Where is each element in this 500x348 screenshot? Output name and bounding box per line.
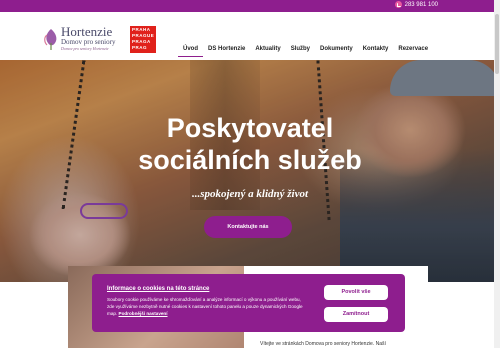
hero-subtitle: ...spokojený a klidný život (191, 188, 309, 200)
scrollbar-thumb[interactable] (495, 14, 499, 74)
logo-title: Hortenzie (61, 24, 113, 39)
reject-button[interactable]: Zamítnout (324, 307, 388, 322)
nav-item-sluzby[interactable]: Služby (286, 45, 315, 57)
contact-us-button[interactable]: Kontaktujte nás (204, 216, 292, 238)
nav-item-aktuality[interactable]: Aktuality (250, 45, 285, 57)
prague-line: PRAG (132, 45, 148, 50)
prague-logo[interactable]: PRAHA PRAGUE PRAGA PRAG (130, 26, 156, 53)
hero-title: Poskytovatel sociálních služeb (0, 112, 500, 176)
logo-tagline: Domov pro seniory Hortenzie (61, 46, 109, 51)
nav-item-dokumenty[interactable]: Dokumenty (315, 45, 358, 57)
page-scrollbar[interactable] (494, 0, 500, 348)
nav-item-rezervace[interactable]: Rezervace (393, 45, 433, 57)
top-bar: 283 981 100 (0, 0, 500, 12)
site-header: Hortenzie Domov pro seniory Domov pro se… (0, 12, 500, 60)
hortenzie-logo[interactable]: Hortenzie Domov pro seniory Domov pro se… (42, 24, 116, 55)
hero-title-line1: Poskytovatel (166, 113, 334, 143)
logo-subtitle: Domov pro seniory (61, 38, 116, 46)
woman-glasses (80, 203, 128, 219)
nav-item-uvod[interactable]: Úvod (178, 45, 203, 57)
phone-icon (394, 1, 402, 8)
phone-number[interactable]: 283 981 100 (405, 2, 438, 8)
cookie-banner: Informace o cookies na této stránce Soub… (92, 274, 405, 332)
nav-item-ds-hortenzie[interactable]: DS Hortenzie (203, 45, 250, 57)
main-nav: Úvod DS Hortenzie Aktuality Služby Dokum… (178, 45, 433, 57)
cookie-text: Soubory cookie používáme ke shromažďován… (107, 296, 307, 317)
cookie-title[interactable]: Informace o cookies na této stránce (107, 286, 209, 292)
cookie-settings-link[interactable]: Podrobnější nastavení (119, 311, 168, 316)
nav-item-kontakty[interactable]: Kontakty (358, 45, 394, 57)
accept-all-button[interactable]: Povolit vše (324, 285, 388, 300)
phone-contact[interactable]: 283 981 100 (394, 1, 438, 8)
man-cap (390, 60, 500, 96)
welcome-text: Vítejte ve stránkách Domova pro seniory … (260, 341, 386, 347)
hero-title-line2: sociálních služeb (138, 145, 362, 175)
flower-logo-icon (44, 29, 57, 50)
